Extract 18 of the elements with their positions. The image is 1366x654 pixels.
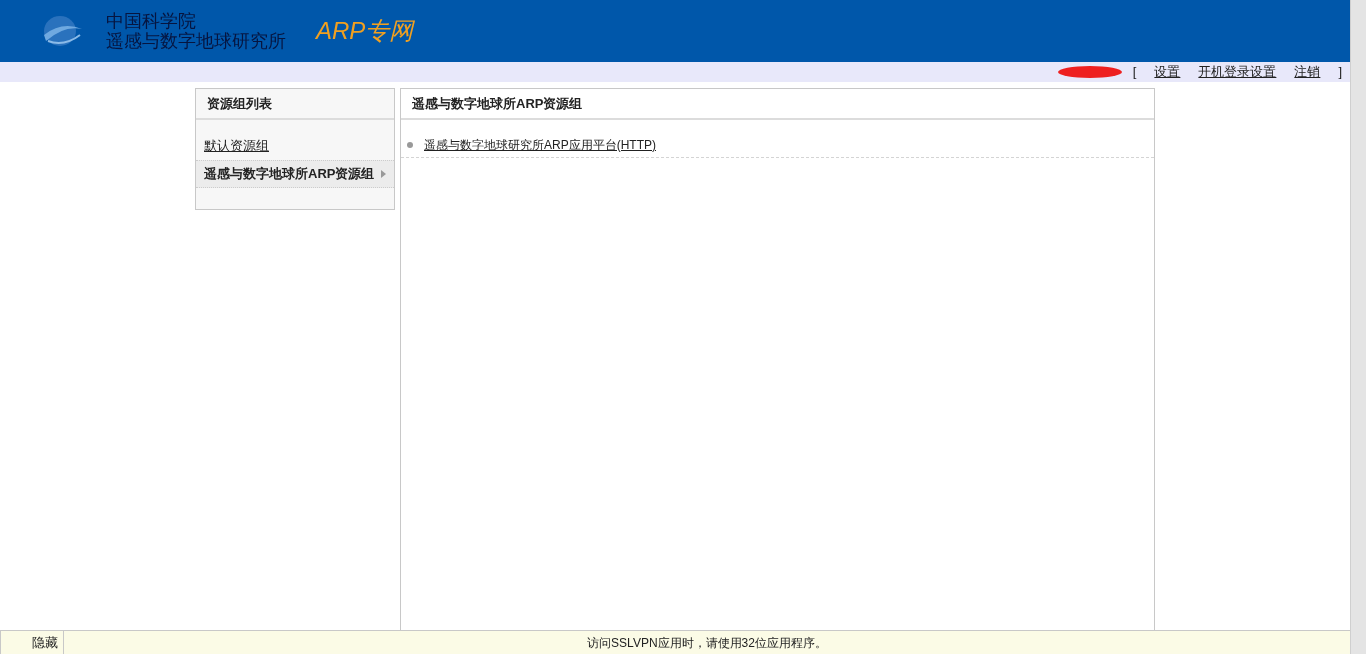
bracket-text: [ <box>1132 63 1137 82</box>
content-title: 遥感与数字地球所ARP资源组 <box>412 94 583 113</box>
resource-group-item[interactable]: 遥感与数字地球所ARP资源组 <box>196 160 394 188</box>
organization-name: 中国科学院 <box>106 11 197 31</box>
institute-name: 遥感与数字地球研究所 <box>106 31 286 51</box>
status-message: 访问SSLVPN应用时，请使用32位应用程序。 <box>586 634 828 652</box>
hide-button[interactable]: 隐藏 <box>0 631 64 654</box>
resource-group-item[interactable]: 默认资源组 <box>196 132 394 160</box>
redaction-mark <box>1056 65 1123 79</box>
bracket-text: ] <box>1338 63 1342 82</box>
caret-icon <box>381 170 386 178</box>
resource-link[interactable]: 遥感与数字地球研究所ARP应用平台(HTTP) <box>424 135 656 154</box>
product-name: ARP专网 <box>316 16 414 46</box>
sidebar-title: 资源组列表 <box>207 94 272 113</box>
header-link[interactable]: 设置 <box>1154 62 1181 82</box>
header-link[interactable]: 注销 <box>1294 62 1321 82</box>
bullet-icon <box>407 141 413 148</box>
header-link[interactable]: 开机登录设置 <box>1198 62 1277 82</box>
